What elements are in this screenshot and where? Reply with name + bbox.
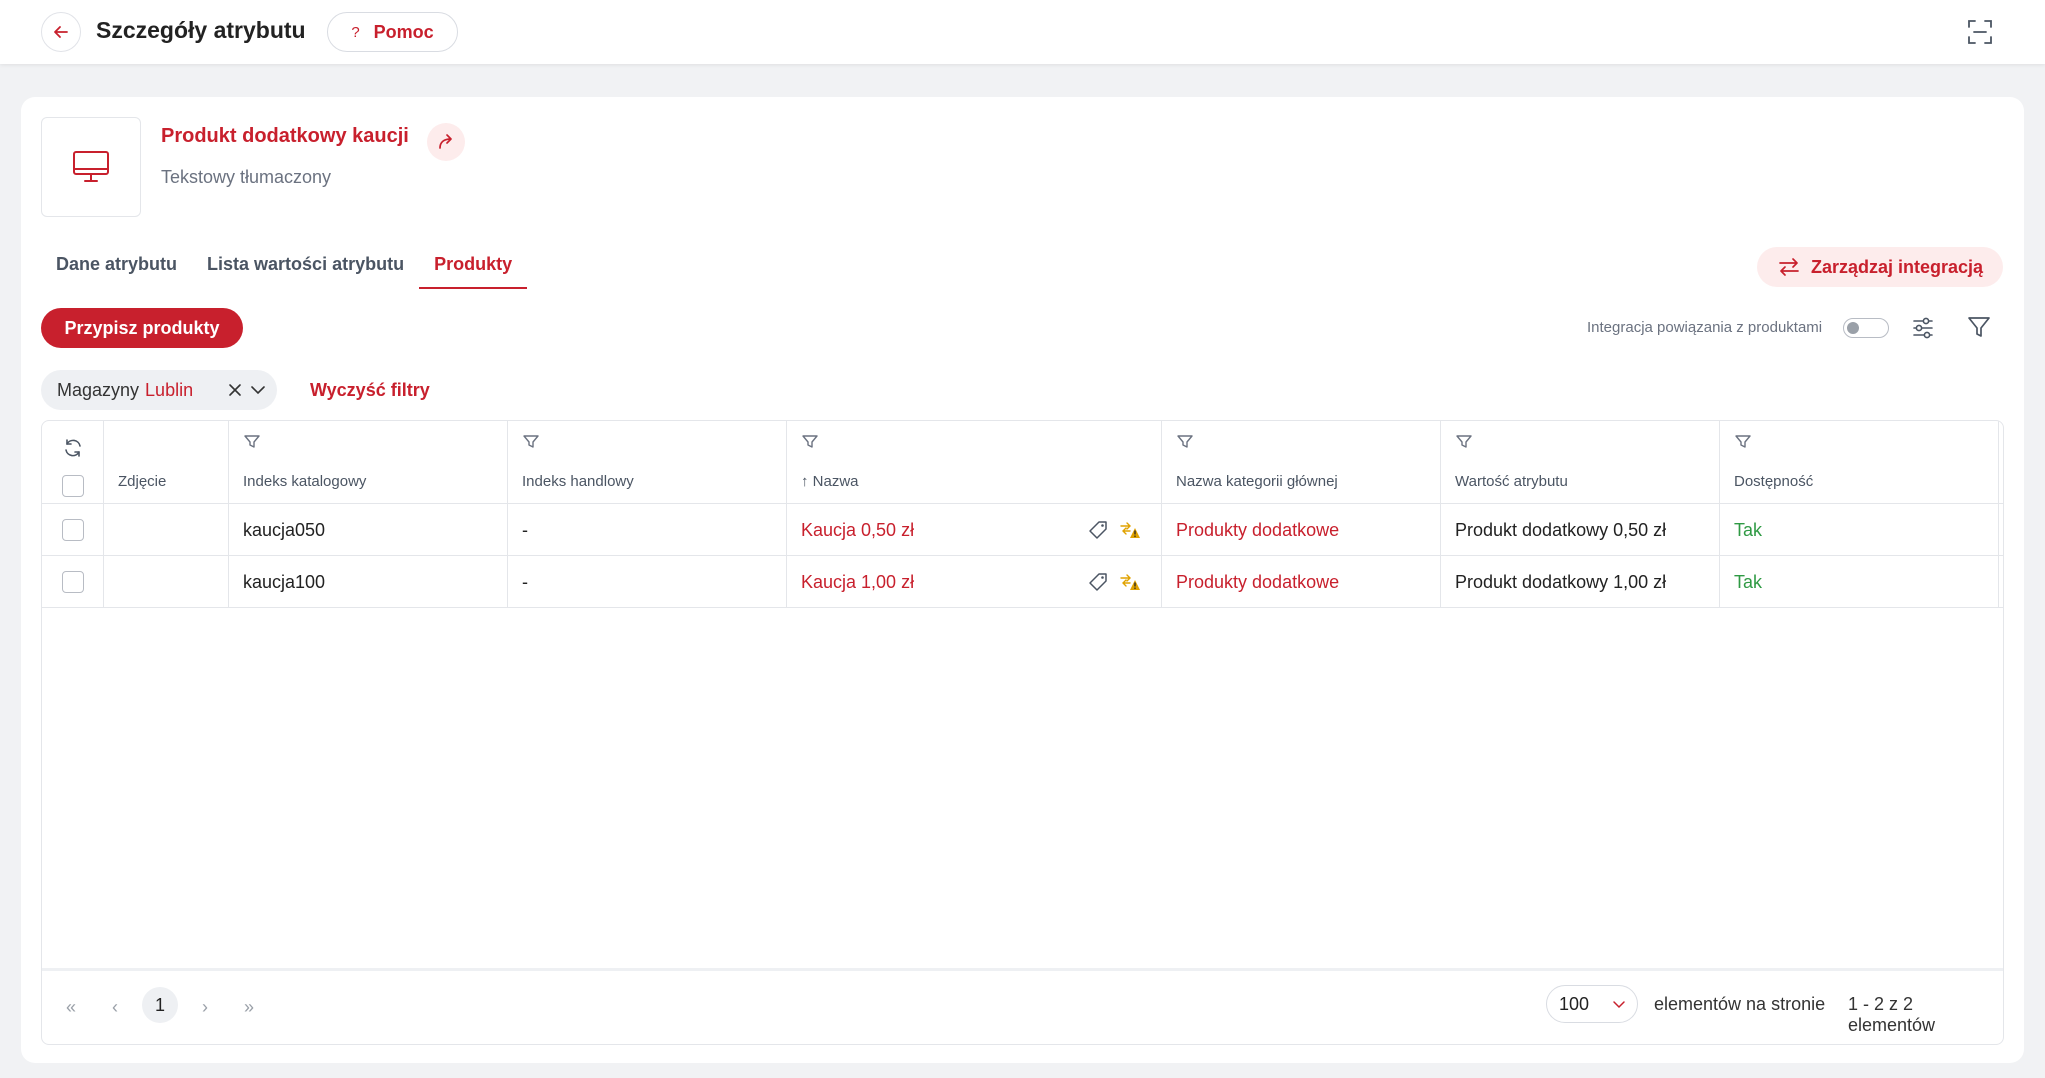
header-photo-label: Zdjęcie [118,473,167,490]
header-main-category: Nazwa kategorii głównej [1162,421,1441,503]
trade-index-cell: - [508,556,787,608]
pagination: « ‹ 1 › » 100 elementów na stronie 1 - 2… [42,968,2003,1044]
header-name[interactable]: ↑ Nazwa [787,421,1162,503]
help-label: Pomoc [373,21,434,42]
price-tag-icon[interactable] [1087,519,1109,541]
refresh-icon[interactable] [62,437,84,459]
monitor-icon [73,151,109,182]
per-page-label: elementów na stronie [1654,994,1826,1014]
table-header: Zdjęcie Indeks katalogowy Indeks handlow… [42,421,2003,504]
first-page-button[interactable]: « [60,996,82,1018]
products-table: Zdjęcie Indeks katalogowy Indeks handlow… [41,420,2004,1045]
tab-bar: Dane atrybutu Lista wartości atrybutu Pr… [41,247,528,289]
column-filter-icon[interactable] [522,433,540,451]
header-photo: Zdjęcie [104,421,229,503]
warehouse-filter-chip[interactable]: Magazyny Lublin [41,370,277,410]
table-row[interactable]: kaucja050 - Kaucja 0,50 zł Produkty doda… [42,504,2003,556]
photo-cell [104,556,229,608]
filter-icon[interactable] [1965,313,1993,341]
page-size-value: 100 [1559,994,1590,1014]
header-availability-label: Dostępność [1734,473,1814,490]
catalog-index-cell: kaucja050 [229,504,508,556]
chevron-down-icon [1613,1001,1625,1009]
share-button[interactable] [427,123,465,161]
photo-cell [104,504,229,556]
column-filter-icon[interactable] [801,433,819,451]
manage-integration-label: Zarządzaj integracją [1810,256,1984,277]
tab-attribute-values[interactable]: Lista wartości atrybutu [192,247,419,289]
header-select-column [42,421,104,503]
availability-cell: Tak [1720,556,1999,608]
main-card: Produkt dodatkowy kaucji Tekstowy tłumac… [21,97,2024,1063]
prev-page-button[interactable]: ‹ [104,996,126,1018]
row-checkbox[interactable] [62,571,84,593]
page-title: Szczegóły atrybutu [96,17,306,43]
top-bar: Szczegóły atrybutu ? Pomoc [0,0,2045,64]
share-arrow-icon [439,134,452,149]
price-tag-icon[interactable] [1087,571,1109,593]
current-page[interactable]: 1 [142,987,178,1023]
arrow-left-icon [54,26,68,38]
results-range: 1 - 2 z 2 elementów [1848,994,1936,1035]
attribute-thumbnail [41,117,141,217]
header-attribute-value: Wartość atrybutu [1441,421,1720,503]
attribute-name: Produkt dodatkowy kaucji [161,125,409,147]
header-catalog-index: Indeks katalogowy [229,421,508,503]
next-page-button[interactable]: › [194,996,216,1018]
chip-key: Magazyny [57,379,140,400]
product-name-link[interactable]: Kaucja 1,00 zł [801,572,914,592]
availability-cell: Tak [1720,504,1999,556]
chip-value: Lublin [145,379,194,400]
main-category-cell[interactable]: Produkty dodatkowe [1162,504,1441,556]
last-page-button[interactable]: » [238,996,260,1018]
row-checkbox[interactable] [62,519,84,541]
header-catalog-index-label: Indeks katalogowy [243,473,367,490]
header-trade-index: Indeks handlowy [508,421,787,503]
product-name-cell[interactable]: Kaucja 1,00 zł [787,556,1162,608]
page-size-select[interactable]: 100 [1546,985,1638,1023]
tab-products[interactable]: Produkty [419,247,528,289]
integration-toggle[interactable] [1843,318,1889,338]
header-attribute-value-label: Wartość atrybutu [1455,473,1568,490]
attribute-type: Tekstowy tłumaczony [161,167,332,187]
product-name-cell[interactable]: Kaucja 0,50 zł [787,504,1162,556]
fullscreen-icon[interactable] [1966,18,1994,46]
header-availability: Dostępność [1720,421,1999,503]
warning-sync-icon[interactable] [1119,519,1141,541]
close-icon[interactable] [226,381,244,399]
chevron-down-icon[interactable] [249,381,267,399]
question-icon: ? [351,23,360,41]
table-row[interactable]: kaucja100 - Kaucja 1,00 zł Produkty doda… [42,556,2003,608]
column-filter-icon[interactable] [1455,433,1473,451]
swap-arrows-icon [1779,258,1799,276]
trade-index-cell: - [508,504,787,556]
attribute-value-cell: Produkt dodatkowy 0,50 zł [1441,504,1720,556]
header-name-label: ↑ Nazwa [801,473,859,490]
clear-filters-link[interactable]: Wyczyść filtry [310,380,430,401]
column-settings-icon[interactable] [1910,315,1936,341]
header-main-category-label: Nazwa kategorii głównej [1176,473,1338,490]
header-trade-index-label: Indeks handlowy [522,473,634,490]
column-filter-icon[interactable] [243,433,261,451]
column-filter-icon[interactable] [1734,433,1752,451]
select-all-checkbox[interactable] [62,475,84,497]
row-select-cell [42,556,104,608]
sort-ascending-icon: ↑ [801,473,809,490]
attribute-value-cell: Produkt dodatkowy 1,00 zł [1441,556,1720,608]
catalog-index-cell: kaucja100 [229,556,508,608]
tab-attribute-data[interactable]: Dane atrybutu [41,247,192,289]
integration-toggle-label: Integracja powiązania z produktami [1587,319,1823,336]
product-name-link[interactable]: Kaucja 0,50 zł [801,520,914,540]
column-filter-icon[interactable] [1176,433,1194,451]
warning-sync-icon[interactable] [1119,571,1141,593]
manage-integration-button[interactable]: Zarządzaj integracją [1757,247,2003,287]
back-button[interactable] [41,12,81,52]
main-category-cell[interactable]: Produkty dodatkowe [1162,556,1441,608]
help-button[interactable]: ? Pomoc [327,12,458,52]
row-select-cell [42,504,104,556]
assign-products-button[interactable]: Przypisz produkty [41,308,243,348]
